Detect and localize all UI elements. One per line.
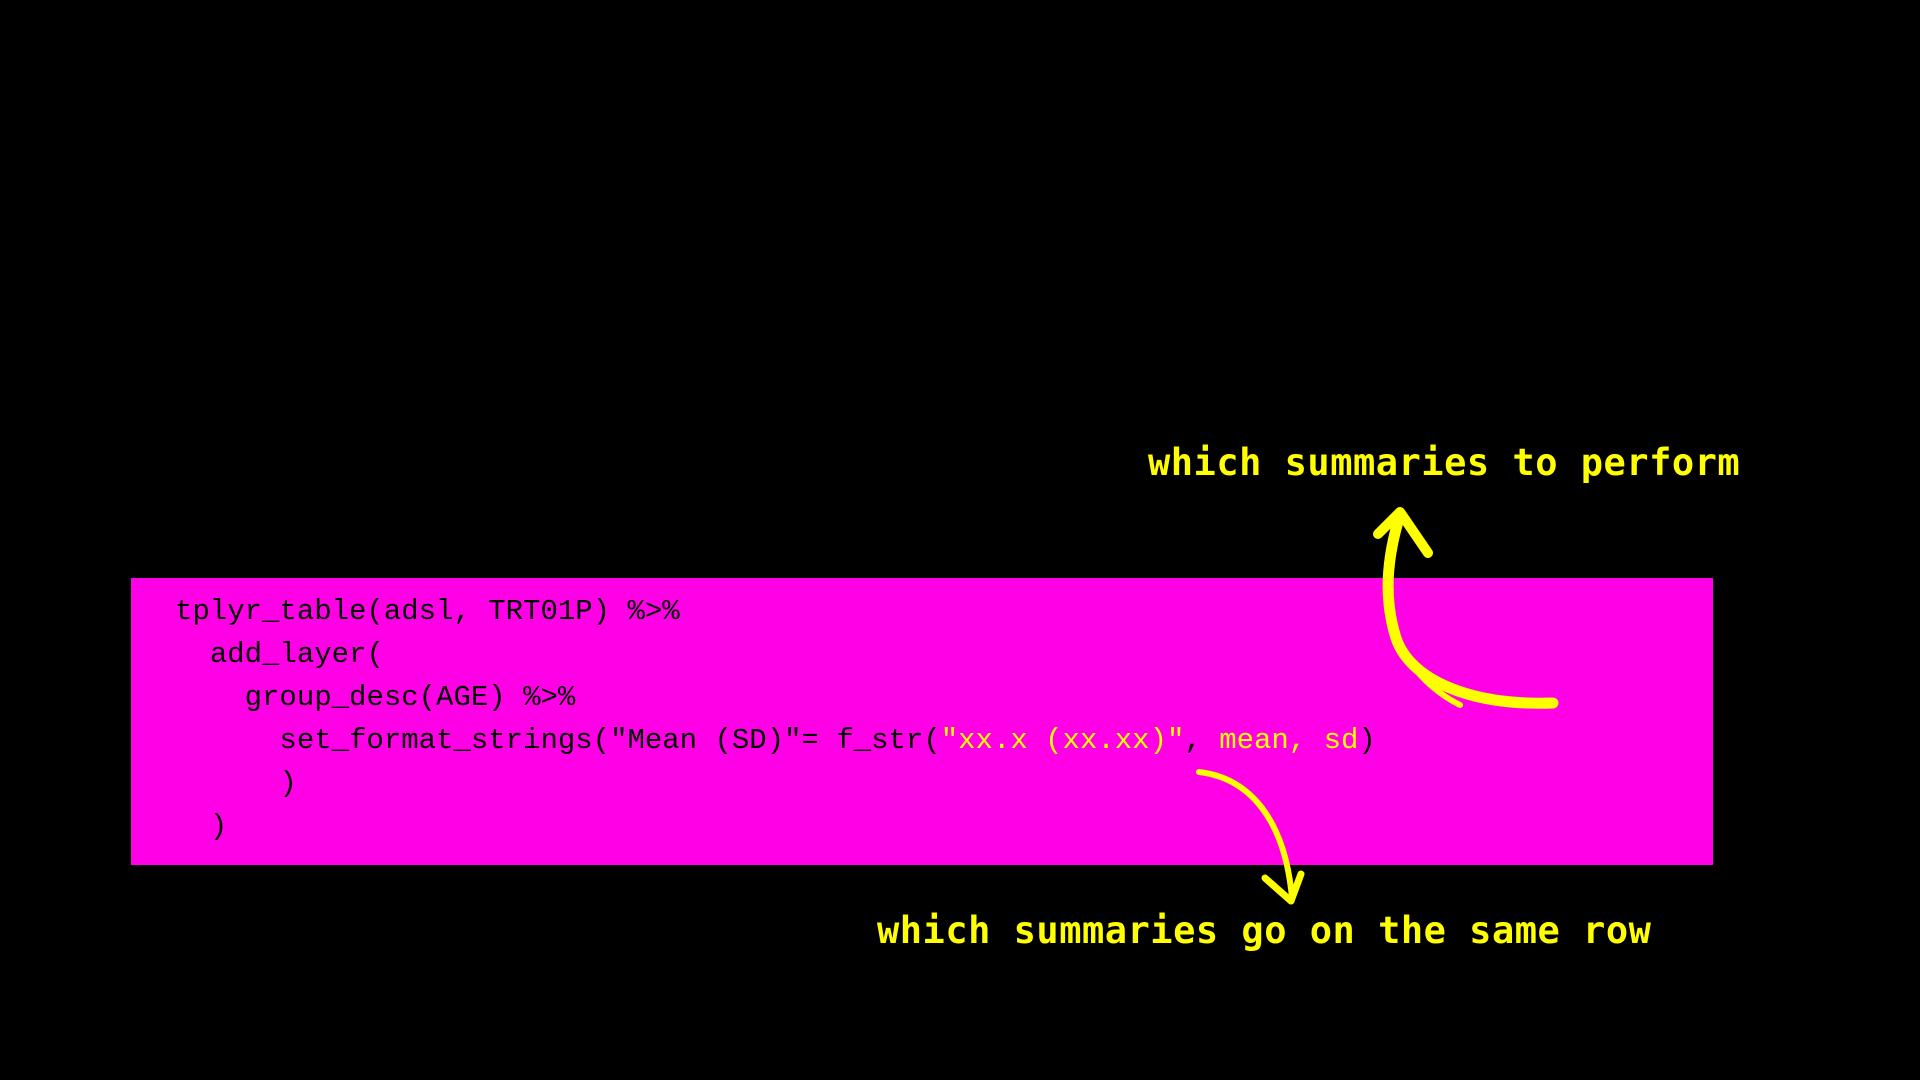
code-text: )	[279, 767, 297, 800]
code-block: tplyr_table(adsl, TRT01P) %>% add_layer(…	[131, 578, 1713, 865]
code-line-2: add_layer(	[175, 633, 384, 676]
code-separator: ,	[1184, 724, 1220, 757]
code-text: )	[209, 810, 228, 843]
code-line-5: )	[175, 762, 297, 805]
code-text: tplyr_table(adsl, TRT01P) %>%	[175, 595, 680, 628]
annotation-same-row: which summaries go on the same row	[877, 909, 1652, 952]
code-line-3: group_desc(AGE) %>%	[175, 676, 576, 719]
code-text: )	[1358, 724, 1376, 757]
code-line-1: tplyr_table(adsl, TRT01P) %>%	[175, 590, 680, 633]
slide: which summaries to perform tplyr_table(a…	[0, 0, 1920, 1080]
code-text: group_desc(AGE) %>%	[244, 681, 576, 714]
code-line-4: set_format_strings("Mean (SD)"= f_str("x…	[175, 719, 1376, 762]
code-text: add_layer(	[209, 638, 384, 671]
annotation-summaries-to-perform: which summaries to perform	[1148, 441, 1741, 484]
summary-args-highlight: mean, sd	[1219, 724, 1359, 757]
code-line-6: )	[175, 805, 227, 848]
code-text: set_format_strings("Mean (SD)"= f_str(	[279, 724, 941, 757]
format-string-highlight: "xx.x (xx.xx)"	[940, 724, 1185, 757]
